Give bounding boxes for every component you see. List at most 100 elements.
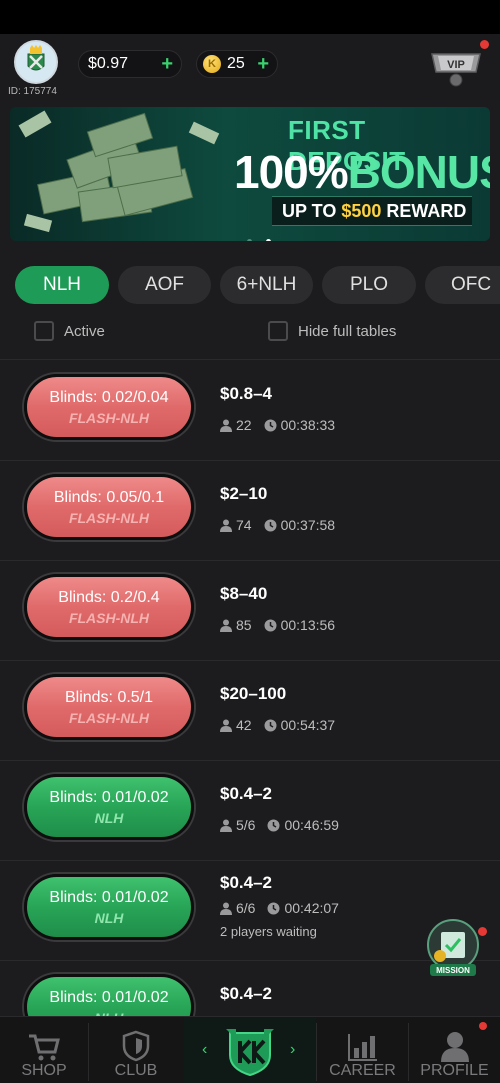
cart-icon — [29, 1034, 60, 1061]
table-meta: 85 00:13:56 — [220, 617, 335, 633]
game-type-label: NLH — [94, 809, 124, 826]
nav-prev-arrow[interactable]: ‹ — [202, 1041, 207, 1059]
join-table-button[interactable]: Blinds: 0.2/0.4 FLASH-NLH — [24, 574, 194, 640]
coin-icon: K — [203, 55, 221, 73]
game-type-label: FLASH-NLH — [68, 409, 150, 426]
nav-home[interactable]: ‹ › — [184, 1017, 316, 1083]
player-count: 85 — [236, 617, 252, 633]
blinds-label: Blinds: 0.05/0.1 — [53, 488, 165, 506]
table-time: 00:37:58 — [264, 517, 336, 533]
table-time-value: 00:38:33 — [280, 417, 336, 433]
table-row[interactable]: Blinds: 0.01/0.02 NLH $0.4–2 5/6 00:46:59 — [0, 761, 500, 861]
hide-full-label: Hide full tables — [298, 322, 397, 340]
table-time-value: 00:42:07 — [284, 900, 339, 916]
active-checkbox[interactable] — [34, 321, 54, 341]
blinds-label: Blinds: 0.01/0.02 — [49, 988, 169, 1006]
nav-club-label: CLUB — [114, 1062, 158, 1079]
tab-plo[interactable]: PLO — [322, 266, 416, 304]
active-label: Active — [64, 322, 105, 340]
cash-balance-value: $0.97 — [88, 55, 129, 72]
home-logo-icon — [226, 1029, 274, 1077]
money-stack-icon — [18, 110, 220, 233]
table-row[interactable]: Blinds: 0.5/1 FLASH-NLH $20–100 42 00:54:37 — [0, 661, 500, 761]
table-meta: 74 00:37:58 — [220, 517, 335, 533]
table-row[interactable]: Blinds: 0.2/0.4 FLASH-NLH $8–40 85 00:13:56 — [0, 561, 500, 661]
banner-reward-prefix: UP TO — [282, 201, 342, 221]
tab-aof[interactable]: AOF — [118, 266, 211, 304]
blinds-label: Blinds: 0.01/0.02 — [49, 888, 169, 906]
table-meta: 22 00:38:33 — [220, 417, 335, 433]
player-count-icon — [220, 419, 232, 432]
nav-career[interactable]: CAREER — [317, 1017, 408, 1083]
add-coins-button[interactable]: + — [257, 53, 269, 76]
table-meta: 6/6 00:42:07 — [220, 900, 339, 916]
status-bar — [0, 0, 500, 34]
table-meta: 5/6 00:46:59 — [220, 817, 339, 833]
table-time: 00:54:37 — [264, 717, 336, 733]
vip-shield-icon: VIP — [431, 53, 481, 87]
banner-dot[interactable] — [247, 239, 252, 241]
banner-bonus-word: BONUS — [347, 146, 490, 198]
join-table-button[interactable]: Blinds: 0.01/0.02 NLH — [24, 874, 194, 940]
table-time-value: 00:13:56 — [280, 617, 336, 633]
clock-icon — [264, 519, 277, 531]
nav-shop[interactable]: SHOP — [0, 1017, 88, 1083]
tab-ofc[interactable]: OFC — [425, 266, 500, 304]
nav-next-arrow[interactable]: › — [290, 1041, 295, 1059]
banner-dot-active[interactable] — [266, 239, 271, 241]
avatar-crest-icon — [16, 42, 56, 82]
avatar[interactable] — [14, 40, 58, 84]
table-time-value: 00:37:58 — [280, 517, 336, 533]
filter-hide-full[interactable]: Hide full tables — [268, 321, 396, 341]
game-type-label: NLH — [94, 909, 124, 926]
mission-label: MISSION — [436, 966, 470, 975]
promo-banner[interactable]: FIRST DEPOSIT 100%BONUS UP TO $500 REWAR… — [10, 107, 490, 241]
person-icon — [440, 1032, 469, 1062]
add-cash-button[interactable]: + — [161, 53, 173, 76]
table-time-value: 00:46:59 — [284, 817, 339, 833]
blinds-label: Blinds: 0.2/0.4 — [58, 588, 160, 606]
nav-club[interactable]: CLUB — [89, 1017, 183, 1083]
mission-button[interactable]: MISSION — [424, 918, 482, 980]
join-table-button[interactable]: Blinds: 0.05/0.1 FLASH-NLH — [24, 474, 194, 540]
cash-balance[interactable]: $0.97 + — [78, 50, 182, 78]
join-table-button[interactable]: Blinds: 0.01/0.02 NLH — [24, 774, 194, 840]
buy-in-range: $8–40 — [220, 584, 268, 603]
buy-in-range: $0.4–2 — [220, 873, 272, 892]
clock-icon — [264, 419, 277, 431]
player-count: 5/6 — [236, 817, 256, 833]
buy-in-range: $2–10 — [220, 484, 268, 503]
hide-full-checkbox[interactable] — [268, 321, 288, 341]
mission-icon: MISSION — [427, 919, 479, 976]
club-shield-icon — [122, 1030, 150, 1062]
divider — [0, 359, 500, 360]
table-row[interactable]: Blinds: 0.02/0.04 FLASH-NLH $0.8–4 22 00:38:… — [0, 361, 500, 461]
vip-badge[interactable]: VIP — [428, 44, 484, 88]
player-count-icon — [220, 902, 232, 915]
tab-nlh[interactable]: NLH — [15, 266, 109, 304]
nav-shop-label: SHOP — [21, 1062, 67, 1079]
table-time: 00:13:56 — [264, 617, 336, 633]
coin-balance[interactable]: K 25 + — [196, 50, 278, 78]
buy-in-range: $0.8–4 — [220, 384, 272, 403]
top-bar: ID: 175774 $0.97 + K 25 + VIP — [0, 34, 500, 100]
tab-6plus-nlh[interactable]: 6+NLH — [220, 266, 313, 304]
vip-text: VIP — [447, 59, 465, 71]
blinds-label: Blinds: 0.5/1 — [64, 688, 154, 706]
vip-notification-dot — [480, 40, 489, 49]
banner-pagination — [247, 231, 285, 241]
join-table-button[interactable]: Blinds: 0.5/1 FLASH-NLH — [24, 674, 194, 740]
clock-icon — [267, 902, 280, 914]
table-row[interactable]: Blinds: 0.05/0.1 FLASH-NLH $2–10 74 00:37:58 — [0, 461, 500, 561]
banner-reward-amount: $500 — [341, 201, 382, 221]
player-count: 74 — [236, 517, 252, 533]
buy-in-range: $0.4–2 — [220, 984, 272, 1003]
blinds-label: Blinds: 0.02/0.04 — [49, 388, 169, 406]
table-time-value: 00:54:37 — [280, 717, 336, 733]
join-table-button[interactable]: Blinds: 0.02/0.04 FLASH-NLH — [24, 374, 194, 440]
filter-active[interactable]: Active — [34, 321, 105, 341]
nav-career-label: CAREER — [329, 1062, 396, 1079]
player-count: 22 — [236, 417, 252, 433]
table-time: 00:38:33 — [264, 417, 336, 433]
banner-bonus-number: 100% — [234, 146, 349, 198]
